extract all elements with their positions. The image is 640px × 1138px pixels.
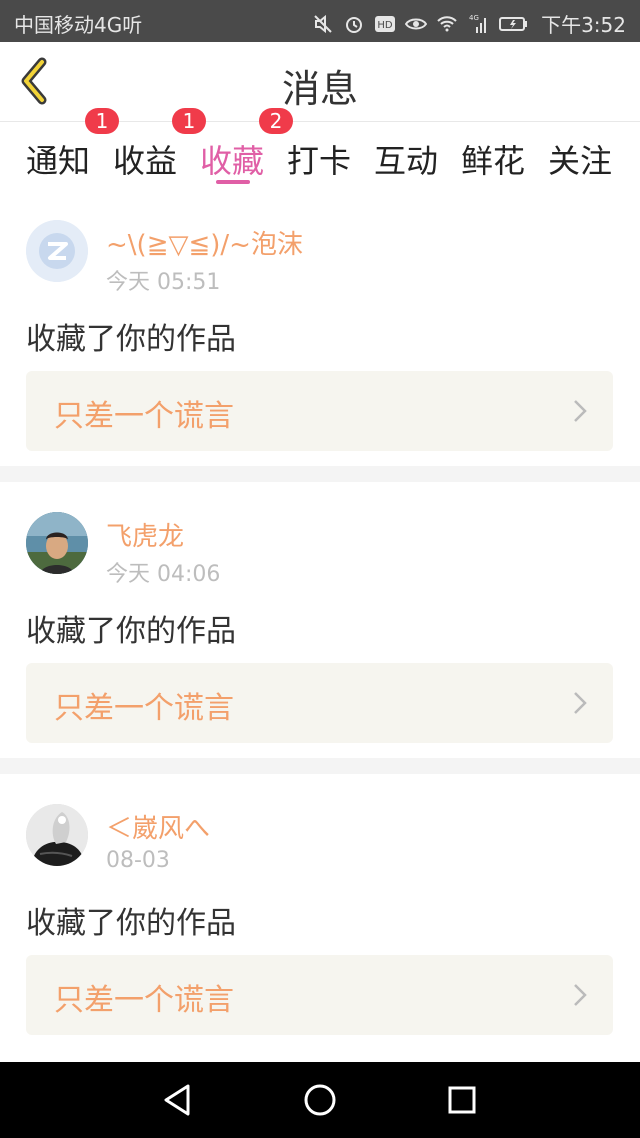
svg-text:HD: HD: [377, 20, 393, 31]
home-circle-icon[interactable]: [302, 1082, 338, 1118]
chevron-right-icon: [574, 692, 587, 714]
tab-label: 收益: [113, 142, 178, 180]
message-time: 今天 05:51: [106, 270, 221, 295]
unread-badge: 1: [172, 108, 206, 134]
tab-label: 关注: [548, 142, 613, 180]
tab-label: 互动: [374, 142, 439, 180]
clock: 下午3:52: [541, 13, 626, 37]
status-bar: 中国移动4G听 HD 4G 下午3:52: [0, 0, 640, 42]
tab-earnings[interactable]: 1 收益: [85, 108, 178, 182]
svg-text:4G: 4G: [469, 14, 479, 22]
user-photo: [26, 804, 88, 866]
tab-label: 通知: [26, 142, 91, 180]
system-nav-bar: [0, 1062, 640, 1138]
tab-flowers[interactable]: 鲜花: [461, 136, 525, 182]
back-triangle-icon[interactable]: [160, 1082, 196, 1118]
tab-label: 打卡: [287, 142, 352, 180]
default-avatar-icon: [26, 220, 88, 282]
message-item: 飞虎龙 今天 04:06 收藏了你的作品 只差一个谎言: [0, 486, 640, 758]
tab-checkin[interactable]: 2 打卡: [259, 108, 352, 182]
battery-icon: [499, 16, 528, 31]
alarm-icon: [346, 16, 363, 33]
chevron-right-icon: [574, 400, 587, 422]
tab-label: 收藏: [200, 142, 265, 180]
work-title: 只差一个谎言: [54, 983, 234, 1018]
avatar[interactable]: [26, 512, 88, 574]
wifi-icon: [437, 15, 457, 31]
message-text: 收藏了你的作品: [26, 322, 236, 357]
carrier-label: 中国移动4G听: [14, 13, 143, 37]
signal-icon: 4G: [469, 14, 487, 33]
active-tab-indicator: [216, 180, 250, 184]
message-text: 收藏了你的作品: [26, 906, 236, 941]
message-time: 今天 04:06: [106, 562, 221, 587]
tab-interact[interactable]: 互动: [374, 136, 438, 182]
message-item: ＜崴风へ 08-03 收藏了你的作品 只差一个谎言: [0, 778, 640, 1050]
user-name[interactable]: ＜崴风へ: [106, 808, 210, 845]
page-title: 消息: [281, 67, 358, 111]
divider: [0, 758, 640, 774]
work-link[interactable]: 只差一个谎言: [26, 371, 613, 451]
tab-label: 鲜花: [461, 142, 526, 180]
divider: [0, 466, 640, 482]
work-title: 只差一个谎言: [54, 399, 234, 434]
mute-icon: [314, 14, 332, 33]
work-link[interactable]: 只差一个谎言: [26, 955, 613, 1035]
unread-badge: 2: [259, 108, 293, 134]
recents-square-icon[interactable]: [444, 1082, 480, 1118]
avatar[interactable]: [26, 220, 88, 282]
tab-follow[interactable]: 关注: [548, 136, 612, 182]
hd-icon: HD: [375, 15, 396, 32]
user-photo: [26, 512, 88, 574]
tab-notify[interactable]: 通知: [26, 136, 90, 182]
user-name[interactable]: ~\(≧▽≦)/~泡沫: [106, 224, 303, 261]
eye-icon: [405, 18, 428, 29]
message-item: ~\(≧▽≦)/~泡沫 今天 05:51 收藏了你的作品 只差一个谎言: [0, 194, 640, 466]
chevron-right-icon: [574, 984, 587, 1006]
avatar[interactable]: [26, 804, 88, 866]
status-icons: HD 4G 下午3:52: [312, 9, 626, 38]
tab-bar: 通知 1 收益 1 收藏 2 打卡 互动 鲜花 关注: [0, 108, 640, 194]
message-time: 08-03: [106, 848, 170, 873]
unread-badge: 1: [85, 108, 119, 134]
work-title: 只差一个谎言: [54, 691, 234, 726]
user-name[interactable]: 飞虎龙: [106, 516, 184, 553]
work-link[interactable]: 只差一个谎言: [26, 663, 613, 743]
tab-favorites[interactable]: 1 收藏: [172, 108, 265, 182]
message-text: 收藏了你的作品: [26, 614, 236, 649]
